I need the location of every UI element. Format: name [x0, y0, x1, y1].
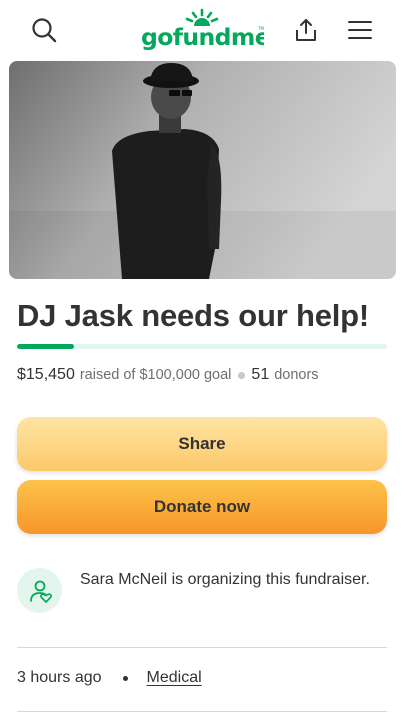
search-button[interactable] — [26, 12, 62, 48]
progress-bar-fill — [17, 344, 75, 349]
raised-of-goal: raised of $100,000 goal — [79, 367, 232, 383]
divider — [17, 711, 387, 712]
svg-text:gofundme: gofundme — [141, 23, 264, 51]
separator-dot — [238, 371, 246, 379]
gofundme-logo[interactable]: gofundme TM — [140, 8, 271, 52]
bullet-separator — [122, 675, 128, 681]
donors-label[interactable]: donors — [274, 367, 318, 383]
person-heart-icon — [29, 580, 52, 603]
top-nav-bar: gofundme TM — [0, 0, 405, 58]
share-button[interactable]: Share — [17, 417, 387, 471]
organizer-avatar — [17, 568, 62, 613]
amount-raised: $15,450 — [17, 366, 75, 383]
fundraising-stats: $15,450 raised of $100,000 goal 51 donor… — [17, 366, 319, 384]
organizer-info: Sara McNeil is organizing this fundraise… — [17, 566, 387, 626]
donor-count[interactable]: 51 — [251, 366, 269, 384]
progress-bar — [17, 344, 387, 349]
organizer-text: Sara McNeil is organizing this fundraise… — [80, 571, 370, 588]
menu-button[interactable] — [342, 12, 378, 48]
svg-text:TM: TM — [257, 26, 264, 31]
donate-now-button[interactable]: Donate now — [17, 480, 387, 534]
campaign-meta: 3 hours ago Medical — [17, 669, 202, 687]
campaign-title: DJ Jask needs our help! — [17, 298, 370, 333]
created-time: 3 hours ago — [17, 669, 102, 686]
campaign-hero-image[interactable] — [9, 61, 396, 279]
category-link-medical[interactable]: Medical — [147, 669, 202, 687]
hamburger-menu-icon — [348, 21, 372, 39]
search-icon — [32, 18, 57, 43]
share-top-button[interactable] — [288, 12, 324, 48]
divider — [17, 647, 387, 648]
share-upload-icon — [296, 19, 316, 41]
